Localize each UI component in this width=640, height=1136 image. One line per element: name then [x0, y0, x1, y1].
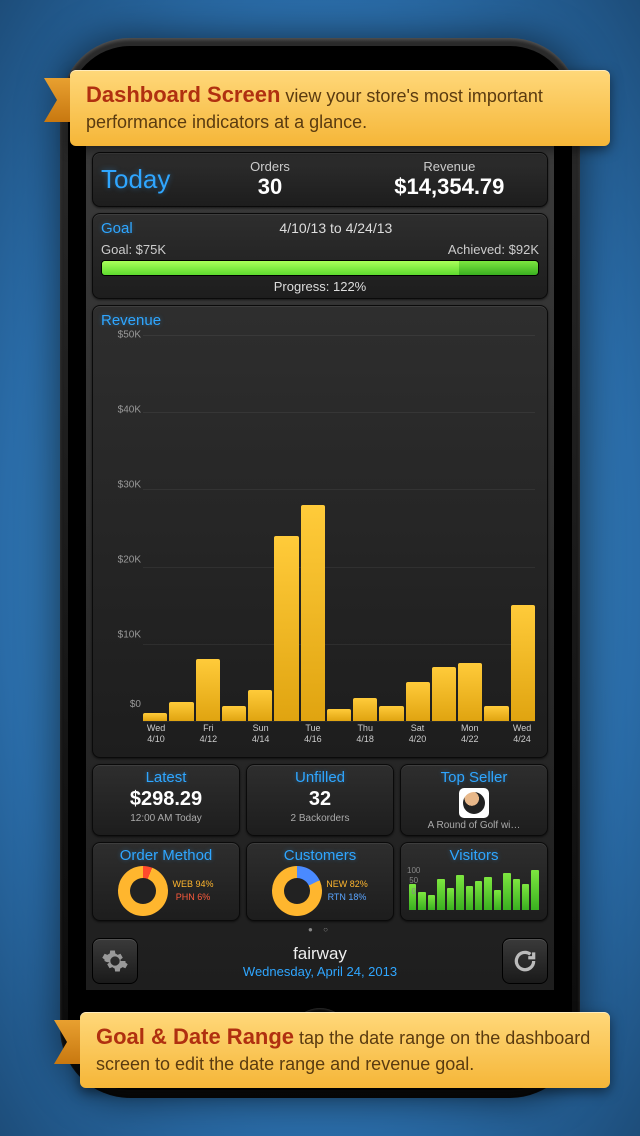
customers-new: NEW 82%	[326, 878, 368, 891]
revenue-value: $14,354.79	[360, 174, 539, 200]
customers-legend: NEW 82% RTN 18%	[326, 878, 368, 903]
phone-inner: Today Orders 30 Revenue $14,354.79 Goal …	[68, 46, 572, 1090]
callout-dashboard: Dashboard Screen view your store's most …	[70, 70, 610, 146]
goal-card[interactable]: Goal 4/10/13 to 4/24/13 Goal: $75K Achie…	[92, 213, 548, 299]
orders-value: 30	[180, 174, 359, 200]
callout-bottom-title: Goal & Date Range	[96, 1024, 294, 1049]
visitors-sparkline: 100500	[405, 866, 543, 910]
customers-tile[interactable]: Customers NEW 82% RTN 18%	[246, 842, 394, 921]
customers-rtn: RTN 18%	[326, 891, 368, 904]
achieved-amount: Achieved: $92K	[448, 242, 539, 257]
tiles-row-1: Latest $298.29 12:00 AM Today Unfilled 3…	[92, 764, 548, 836]
callout-goal: Goal & Date Range tap the date range on …	[80, 1012, 610, 1088]
summary-card[interactable]: Today Orders 30 Revenue $14,354.79	[92, 152, 548, 207]
revenue-label: Revenue	[360, 159, 539, 174]
page-indicator[interactable]: ● ○	[92, 925, 548, 934]
footer-bar: fairway Wednesday, April 24, 2013	[92, 938, 548, 984]
ribbon-icon	[44, 78, 70, 122]
latest-title: Latest	[97, 769, 235, 786]
latest-sub: 12:00 AM Today	[97, 813, 235, 824]
topseller-tile[interactable]: Top Seller A Round of Golf wi…	[400, 764, 548, 836]
store-name: fairway	[144, 944, 496, 964]
chart-bars	[143, 335, 535, 721]
app-screen: Today Orders 30 Revenue $14,354.79 Goal …	[86, 146, 554, 990]
tiles-row-2: Order Method WEB 94% PHN 6% Customers	[92, 842, 548, 921]
x-axis: Wed4/10 Fri4/12 Sun4/14 Tue4/16 Thu4/18 …	[143, 723, 535, 749]
progress-label: Progress: 122%	[101, 279, 539, 294]
orders-stat: Orders 30	[180, 159, 359, 200]
settings-button[interactable]	[92, 938, 138, 984]
period-label[interactable]: Today	[101, 164, 180, 195]
ordermethod-web: WEB 94%	[172, 878, 213, 891]
chart-area: $50K$40K$30K$20K$10K$0 Wed4/10 Fri4/12 S…	[103, 335, 537, 749]
ordermethod-legend: WEB 94% PHN 6%	[172, 878, 213, 903]
ordermethod-phn: PHN 6%	[172, 891, 213, 904]
latest-tile[interactable]: Latest $298.29 12:00 AM Today	[92, 764, 240, 836]
progress-bright	[102, 261, 459, 275]
revenue-chart-card[interactable]: Revenue $50K$40K$30K$20K$10K$0 Wed4/10 F…	[92, 305, 548, 758]
goal-date-range[interactable]: 4/10/13 to 4/24/13	[133, 220, 539, 236]
unfilled-sub: 2 Backorders	[251, 813, 389, 824]
topseller-thumb	[459, 788, 489, 818]
visitors-title: Visitors	[405, 847, 543, 864]
visitors-y-axis: 100500	[407, 866, 420, 897]
unfilled-value: 32	[251, 788, 389, 811]
goal-amount: Goal: $75K	[101, 242, 166, 257]
goal-title: Goal	[101, 220, 133, 237]
ordermethod-title: Order Method	[97, 847, 235, 864]
current-date: Wednesday, April 24, 2013	[144, 964, 496, 979]
ordermethod-tile[interactable]: Order Method WEB 94% PHN 6%	[92, 842, 240, 921]
gear-icon	[101, 947, 129, 975]
footer-info: fairway Wednesday, April 24, 2013	[144, 944, 496, 979]
revenue-stat: Revenue $14,354.79	[360, 159, 539, 200]
latest-value: $298.29	[97, 788, 235, 811]
goal-progress-bar	[101, 260, 539, 276]
visitors-tile[interactable]: Visitors 100500	[400, 842, 548, 921]
unfilled-title: Unfilled	[251, 769, 389, 786]
customers-donut	[272, 866, 322, 916]
customers-title: Customers	[251, 847, 389, 864]
refresh-button[interactable]	[502, 938, 548, 984]
topseller-sub: A Round of Golf wi…	[405, 820, 543, 831]
ribbon-icon	[54, 1020, 80, 1064]
ordermethod-donut	[118, 866, 168, 916]
topseller-title: Top Seller	[405, 769, 543, 786]
callout-top-title: Dashboard Screen	[86, 82, 280, 107]
orders-label: Orders	[180, 159, 359, 174]
y-axis: $50K$40K$30K$20K$10K$0	[103, 335, 141, 721]
phone-frame: Today Orders 30 Revenue $14,354.79 Goal …	[60, 38, 580, 1098]
refresh-icon	[512, 948, 538, 974]
unfilled-tile[interactable]: Unfilled 32 2 Backorders	[246, 764, 394, 836]
chart-title: Revenue	[101, 312, 539, 329]
